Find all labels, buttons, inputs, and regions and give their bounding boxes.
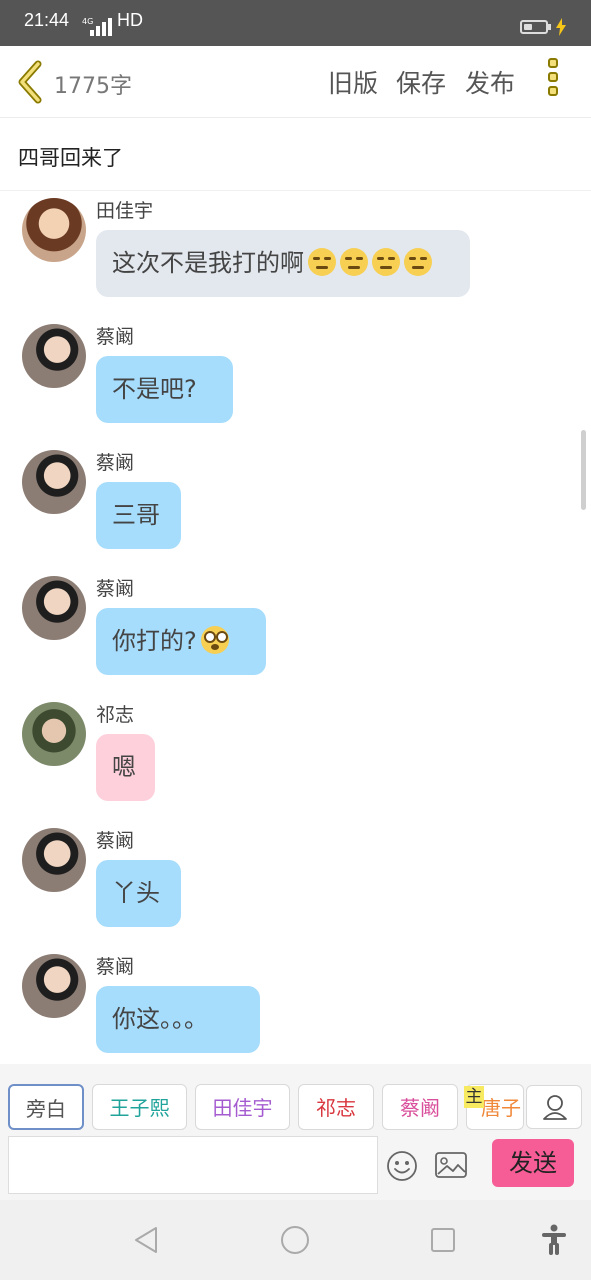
avatar[interactable] bbox=[22, 702, 86, 766]
role-selector-bar: 旁白 王子熙 田佳宇 祁志 蔡阚 唐子 主 bbox=[0, 1064, 591, 1134]
avatar[interactable] bbox=[22, 954, 86, 1018]
accessibility-icon[interactable] bbox=[540, 1224, 568, 1256]
message-input[interactable] bbox=[8, 1136, 378, 1194]
avatar[interactable] bbox=[22, 450, 86, 514]
unamused-emoji-icon bbox=[308, 248, 336, 276]
speaker-name: 祁志 bbox=[96, 704, 135, 726]
home-circle-icon[interactable] bbox=[280, 1225, 310, 1255]
message-text: 你这。。。 bbox=[112, 1005, 208, 1033]
send-button[interactable]: 发送 bbox=[492, 1139, 574, 1187]
add-role-button[interactable] bbox=[526, 1085, 582, 1129]
speaker-name: 蔡阚 bbox=[96, 578, 135, 600]
top-bar: 1775字 旧版 保存 发布 bbox=[0, 46, 591, 118]
scrollbar[interactable] bbox=[581, 430, 586, 510]
unamused-emoji-icon bbox=[340, 248, 368, 276]
flushed-emoji-icon bbox=[200, 626, 229, 654]
message-bubble[interactable]: 丫头 bbox=[96, 860, 181, 927]
signal-icon bbox=[90, 18, 112, 36]
battery-icon bbox=[520, 20, 548, 34]
speaker-name: 蔡阚 bbox=[96, 830, 135, 852]
message-text: 这次不是我打的啊 bbox=[112, 249, 304, 277]
recents-square-icon[interactable] bbox=[430, 1227, 456, 1253]
hd-indicator: HD bbox=[117, 10, 143, 30]
image-icon[interactable] bbox=[434, 1150, 468, 1180]
role-qi-zhi[interactable]: 祁志 bbox=[298, 1084, 374, 1130]
message-bubble[interactable]: 这次不是我打的啊 bbox=[96, 230, 470, 297]
unamused-emoji-icon bbox=[404, 248, 432, 276]
role-cai-kan[interactable]: 蔡阚 bbox=[382, 1084, 458, 1130]
message-text: 三哥 bbox=[112, 501, 160, 529]
speaker-name: 蔡阚 bbox=[96, 326, 135, 348]
message-bubble[interactable]: 嗯 bbox=[96, 734, 155, 801]
message-text: 你打的? bbox=[112, 627, 197, 655]
input-bar: 发送 bbox=[0, 1134, 591, 1200]
back-triangle-icon[interactable] bbox=[132, 1225, 162, 1255]
avatar[interactable] bbox=[22, 828, 86, 892]
back-icon[interactable] bbox=[14, 58, 46, 106]
system-nav-bar bbox=[0, 1200, 591, 1280]
battery-tip bbox=[548, 24, 551, 30]
emoji-icon[interactable] bbox=[386, 1150, 418, 1182]
user-icon bbox=[543, 1095, 567, 1120]
role-tian-jiayu[interactable]: 田佳宇 bbox=[195, 1084, 290, 1130]
speaker-name: 蔡阚 bbox=[96, 452, 135, 474]
main-character-tag: 主 bbox=[464, 1086, 484, 1108]
avatar[interactable] bbox=[22, 198, 86, 262]
message-bubble[interactable]: 你这。。。 bbox=[96, 986, 260, 1053]
unamused-emoji-icon bbox=[372, 248, 400, 276]
status-time: 21:44 bbox=[24, 10, 70, 30]
more-menu-icon[interactable] bbox=[548, 58, 568, 106]
chapter-title-bar[interactable]: 四哥回来了 bbox=[0, 118, 591, 191]
role-narration[interactable]: 旁白 bbox=[8, 1084, 84, 1130]
message-text: 丫头 bbox=[112, 879, 160, 907]
message-bubble[interactable]: 三哥 bbox=[96, 482, 181, 549]
save-button[interactable]: 保存 bbox=[396, 64, 446, 100]
message-text: 不是吧? bbox=[112, 375, 197, 403]
message-bubble[interactable]: 你打的? bbox=[96, 608, 266, 675]
message-text: 嗯 bbox=[112, 753, 136, 781]
chapter-title: 四哥回来了 bbox=[18, 146, 123, 170]
old-version-button[interactable]: 旧版 bbox=[328, 64, 378, 100]
avatar[interactable] bbox=[22, 324, 86, 388]
message-bubble[interactable]: 不是吧? bbox=[96, 356, 233, 423]
publish-button[interactable]: 发布 bbox=[465, 64, 515, 100]
speaker-name: 蔡阚 bbox=[96, 956, 135, 978]
charging-icon bbox=[556, 18, 566, 36]
avatar[interactable] bbox=[22, 576, 86, 640]
speaker-name: 田佳宇 bbox=[96, 200, 154, 222]
status-bar: 21:44 4G HD bbox=[0, 0, 591, 46]
word-count: 1775字 bbox=[54, 74, 132, 99]
role-wang-zixi[interactable]: 王子熙 bbox=[92, 1084, 187, 1130]
